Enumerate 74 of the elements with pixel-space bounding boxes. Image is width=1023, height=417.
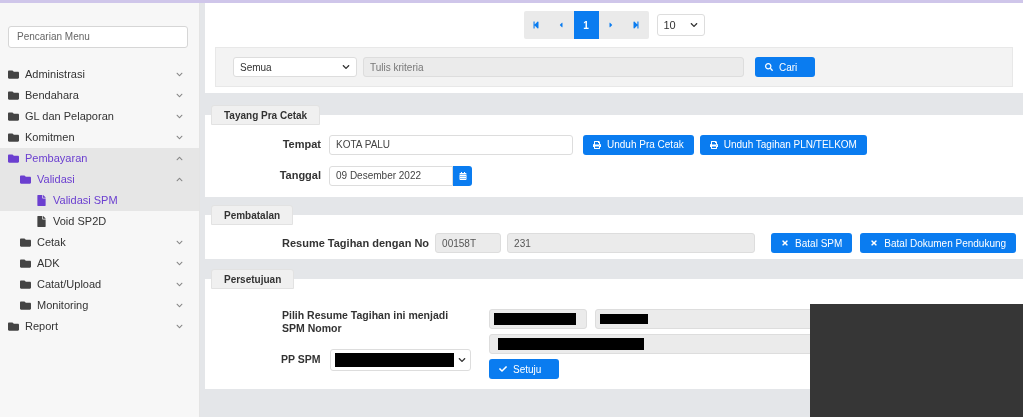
menu-item[interactable]: Report <box>0 315 199 337</box>
chevron-down-icon <box>342 63 350 71</box>
chevron-down-icon <box>689 21 698 29</box>
next-icon <box>607 21 615 29</box>
file-icon <box>36 194 47 206</box>
filter-select[interactable]: Semua <box>233 57 357 77</box>
folder-icon <box>8 131 19 143</box>
chevron-down-icon <box>457 356 466 364</box>
chevron-down-icon <box>176 112 183 120</box>
number-field[interactable]: 231 <box>507 233 756 253</box>
first-page-icon <box>532 21 540 29</box>
tempat-field[interactable]: KOTA PALU <box>329 134 573 155</box>
menu-item[interactable]: Bendahara <box>0 84 199 106</box>
action-button[interactable]: Batal Dokumen Pendukung <box>860 233 1017 253</box>
folder-icon <box>8 152 19 164</box>
menu-item[interactable]: Validasi SPM <box>0 189 199 211</box>
number-field[interactable]: 00158T <box>435 233 502 253</box>
field-label: Resume Tagihan dengan No <box>282 235 430 251</box>
pp-spm-select[interactable] <box>329 349 471 371</box>
menu-item[interactable]: Catat/Upload <box>0 273 199 295</box>
field-label: PP SPM <box>281 352 321 368</box>
folder-icon <box>20 299 31 311</box>
action-button[interactable]: Setuju <box>489 359 559 379</box>
menu-item[interactable]: ADK <box>0 252 199 274</box>
chevron-down-icon <box>176 322 183 330</box>
chevron-down-icon <box>176 91 183 99</box>
folder-icon <box>8 110 19 122</box>
file-icon <box>36 215 47 227</box>
print-icon <box>709 140 718 149</box>
page-size-select[interactable]: 10 <box>656 14 705 36</box>
action-button[interactable]: Unduh Tagihan PLN/TELKOM <box>699 134 867 155</box>
folder-icon <box>20 173 31 185</box>
criteria-field[interactable]: Tulis kriteria <box>363 57 744 77</box>
menu-item[interactable]: Monitoring <box>0 294 199 316</box>
chevron-down-icon <box>176 70 183 78</box>
close-icon <box>870 239 879 247</box>
folder-icon <box>20 236 31 248</box>
chevron-up-icon <box>176 175 183 183</box>
menu-item[interactable]: GL dan Pelaporan <box>0 105 199 127</box>
field-label: Tempat <box>281 137 321 153</box>
calendar-icon <box>458 171 467 180</box>
calendar-button[interactable] <box>453 165 472 186</box>
check-icon <box>499 365 507 373</box>
chevron-up-icon <box>176 154 183 162</box>
chevron-down-icon <box>176 238 183 246</box>
menu-search-field[interactable]: Pencarian Menu <box>8 25 188 48</box>
date-field[interactable]: 09 Desember 2022 <box>329 165 453 186</box>
search-icon <box>765 63 773 71</box>
folder-icon <box>8 89 19 101</box>
folder-icon <box>8 68 19 80</box>
menu-item[interactable]: Void SP2D <box>0 210 199 232</box>
menu-item[interactable]: Administrasi <box>0 63 199 85</box>
folder-icon <box>8 320 19 332</box>
chevron-down-icon <box>176 133 183 141</box>
menu-item[interactable]: Cetak <box>0 231 199 253</box>
print-icon <box>593 140 601 149</box>
page-button[interactable]: 1 <box>573 11 599 39</box>
chevron-down-icon <box>176 301 183 309</box>
field-label: Tanggal <box>278 168 321 184</box>
action-button[interactable]: Unduh Pra Cetak <box>583 134 694 155</box>
menu-item[interactable]: Validasi <box>0 168 199 190</box>
previous-icon <box>557 21 565 29</box>
chevron-down-icon <box>176 280 183 288</box>
redaction-bar <box>600 314 648 324</box>
chevron-down-icon <box>176 259 183 267</box>
menu-item[interactable]: Pembayaran <box>0 147 199 169</box>
close-icon <box>781 239 790 247</box>
menu-item[interactable]: Komitmen <box>0 126 199 148</box>
action-button[interactable]: Cari <box>755 57 815 77</box>
action-button[interactable]: Batal SPM <box>771 233 853 253</box>
field-label: Pilih Resume Tagihan ini menjadi SPM Nomor <box>282 309 450 335</box>
last-page-icon <box>632 21 640 29</box>
folder-icon <box>20 257 31 269</box>
folder-icon <box>20 278 31 290</box>
